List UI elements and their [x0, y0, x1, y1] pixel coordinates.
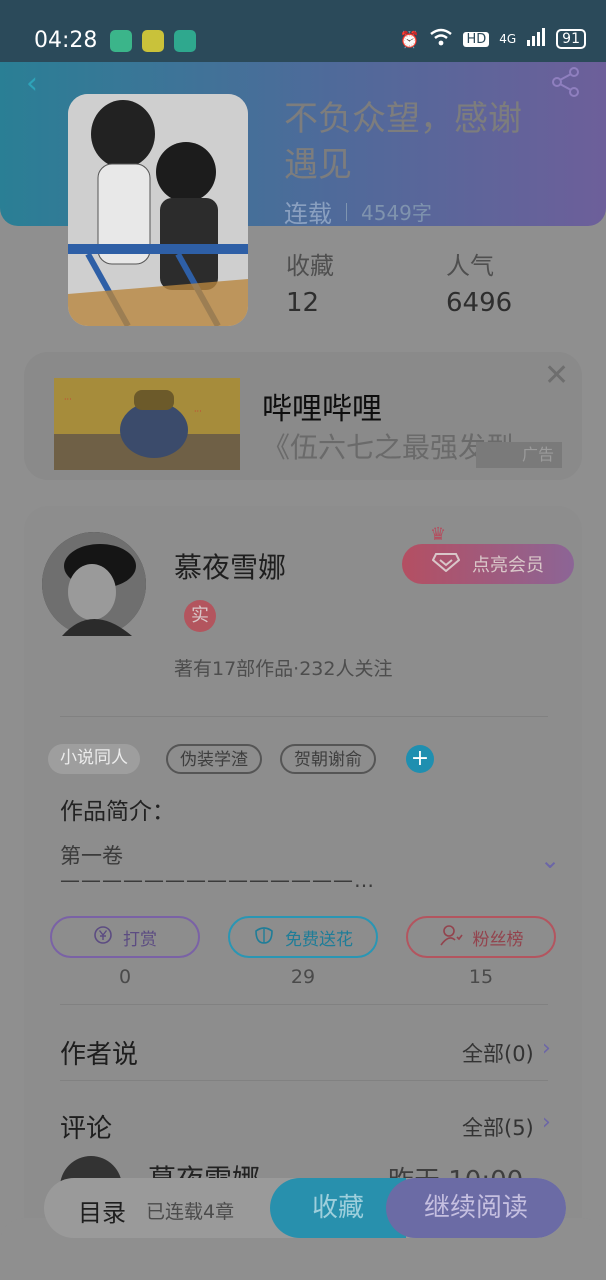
ad-title: 哔哩哔哩: [262, 392, 382, 427]
tag-item[interactable]: 小说同人: [48, 744, 140, 774]
comments-all-link[interactable]: 全部(5): [462, 1112, 534, 1142]
divider: [346, 202, 347, 221]
status-bar: 04:28 ⏰ HD 4G 91: [0, 0, 606, 62]
chevron-right-icon[interactable]: ›: [542, 1110, 551, 1135]
send-flower-label: 免费送花: [285, 929, 353, 950]
svg-text:···: ···: [64, 395, 72, 404]
status-indicators: ⏰ HD 4G 91: [400, 28, 586, 50]
author-works-info: 著有17部作品·232人关注: [174, 658, 393, 680]
app-notification-icon: [142, 30, 164, 52]
tip-count: 0: [118, 966, 132, 988]
ad-banner[interactable]: ··· ··· ✕ 哔哩哔哩 《伍六七之最强发型 广告: [24, 352, 582, 480]
continue-reading-button[interactable]: 继续阅读: [386, 1178, 566, 1238]
bottom-action-bar: 目录 已连载4章 收藏 继续阅读: [44, 1178, 566, 1238]
battery-icon: 91: [556, 29, 586, 49]
diamond-icon: [431, 552, 461, 577]
divider: [60, 1080, 548, 1081]
serial-status: 连载: [284, 200, 332, 228]
popularity-label: 人气: [446, 252, 494, 280]
hd-badge: HD: [463, 31, 490, 47]
add-tag-button[interactable]: +: [406, 745, 434, 773]
signal-icon: [526, 28, 546, 50]
favorites-label: 收藏: [286, 252, 334, 280]
author-name[interactable]: 慕夜雪娜: [174, 546, 286, 586]
chevron-right-icon[interactable]: ›: [542, 1036, 551, 1061]
divider: [60, 1004, 548, 1005]
book-cover[interactable]: [68, 94, 248, 326]
chapter-count: 已连载4章: [146, 1201, 235, 1223]
author-avatar[interactable]: [42, 532, 146, 636]
book-title: 不负众望，感谢遇见: [284, 99, 522, 185]
network-type: 4G: [499, 32, 517, 46]
chevron-down-icon[interactable]: ⌄: [540, 846, 560, 874]
tag-item[interactable]: 贺朝谢俞: [280, 744, 376, 774]
yuan-icon: [93, 925, 113, 950]
vip-label: 点亮会员: [472, 555, 544, 576]
author-says-all-link[interactable]: 全部(0): [462, 1038, 534, 1068]
tag-item[interactable]: 伪装学渣: [166, 744, 262, 774]
toc-button[interactable]: 目录: [78, 1193, 126, 1228]
verified-badge: 实: [184, 600, 216, 632]
tip-button[interactable]: 打赏: [50, 916, 200, 958]
status-time: 04:28: [34, 28, 98, 53]
close-icon[interactable]: ✕: [544, 358, 569, 393]
alarm-icon: ⏰: [399, 29, 420, 49]
vip-button[interactable]: 点亮会员: [402, 544, 574, 584]
app-notification-icon: [174, 30, 196, 52]
svg-text:···: ···: [194, 407, 202, 416]
favorites-count: 12: [286, 288, 320, 318]
crown-icon: ♛: [430, 524, 447, 545]
author-says-heading: 作者说: [60, 1040, 139, 1070]
intro-text-more: ——————————————…: [60, 868, 375, 892]
flower-count: 29: [290, 966, 316, 988]
book-status-row: 连载 4549字: [284, 194, 432, 229]
intro-text: 第一卷: [60, 844, 123, 868]
comments-heading: 评论: [60, 1114, 113, 1144]
flower-icon: [253, 925, 275, 950]
divider: [60, 716, 548, 717]
back-icon[interactable]: ‹: [26, 66, 38, 101]
fans-ranking-button[interactable]: 粉丝榜: [406, 916, 556, 958]
intro-heading: 作品简介：: [60, 799, 175, 825]
popularity-count: 6496: [446, 288, 513, 318]
fans-count: 15: [468, 966, 494, 988]
send-flower-button[interactable]: 免费送花: [228, 916, 378, 958]
tip-label: 打赏: [123, 929, 157, 950]
word-count: 4549字: [361, 201, 432, 225]
ad-badge: 广告: [476, 442, 562, 468]
fans-icon: [439, 924, 463, 951]
fans-ranking-label: 粉丝榜: [472, 929, 524, 950]
wifi-icon: [429, 28, 453, 50]
share-icon[interactable]: [550, 66, 582, 102]
app-notification-icon: [110, 30, 132, 52]
ad-image: ··· ···: [54, 378, 240, 470]
